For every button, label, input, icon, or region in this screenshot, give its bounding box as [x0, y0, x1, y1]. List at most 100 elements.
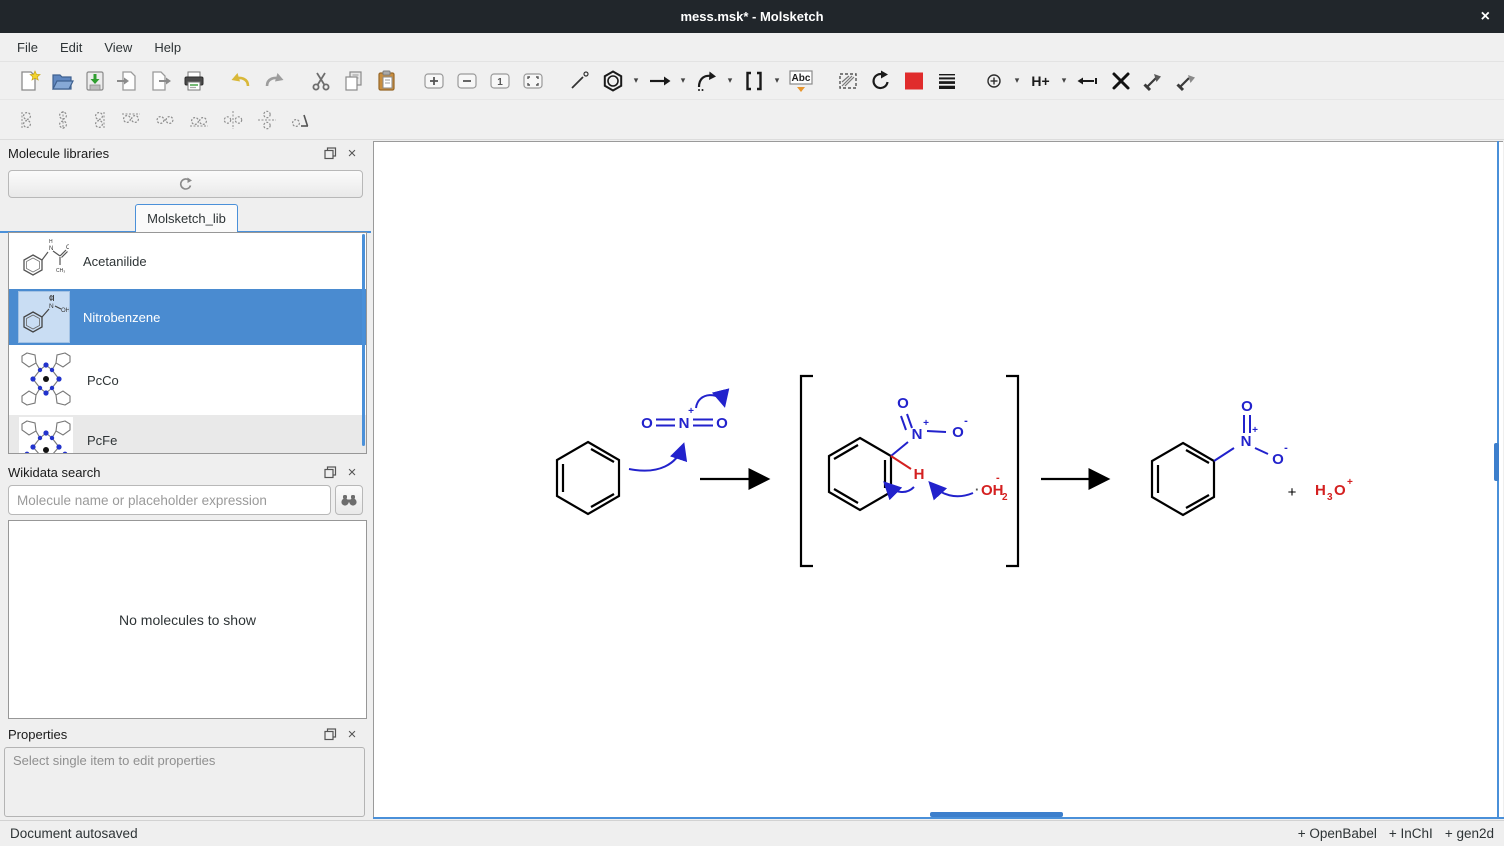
svg-text:N: N — [49, 303, 54, 310]
space-horizontally-button[interactable] — [148, 104, 182, 136]
ring-tool-dropdown[interactable]: ▾ — [629, 75, 643, 86]
refresh-library-button[interactable] — [8, 170, 363, 198]
wikidata-search-input[interactable] — [8, 485, 331, 515]
open-document-button[interactable] — [45, 66, 78, 96]
export-button[interactable] — [144, 66, 177, 96]
zoom-out-button[interactable] — [450, 66, 483, 96]
draw-bond-button[interactable] — [563, 66, 596, 96]
print-button[interactable] — [177, 66, 210, 96]
bracket-tool-dropdown[interactable]: ▾ — [770, 75, 784, 86]
copy-button[interactable] — [337, 66, 370, 96]
window-close-button[interactable]: × — [1481, 0, 1490, 33]
molecule-list-scrollbar[interactable] — [362, 234, 365, 446]
clean-up-angles-button[interactable] — [284, 104, 318, 136]
color-swatch-icon — [902, 69, 926, 93]
base-oh2[interactable]: · OH 2 - — [975, 472, 1008, 503]
list-item-acetanilide[interactable]: N H O CH₃ Acetanilide — [9, 233, 366, 289]
tab-molsketch-lib[interactable]: Molsketch_lib — [135, 204, 238, 232]
list-item-pcco[interactable]: PcCo — [9, 345, 366, 415]
rotate-tool-button[interactable] — [864, 66, 897, 96]
status-openbabel: + OpenBabel — [1298, 826, 1377, 841]
text-tool-button[interactable]: Abc — [784, 66, 817, 96]
atom-label-n: N — [912, 426, 923, 443]
delete-icon — [1109, 69, 1133, 93]
new-document-button[interactable] — [12, 66, 45, 96]
charge-plus: + — [923, 418, 929, 429]
product-ring[interactable] — [1152, 443, 1214, 515]
paste-button[interactable] — [370, 66, 403, 96]
close-panel-button[interactable]: × — [341, 145, 363, 162]
charge-plus: + — [688, 406, 694, 417]
undo-button[interactable] — [224, 66, 257, 96]
align-vertical-center-button[interactable] — [46, 104, 80, 136]
import-button[interactable] — [111, 66, 144, 96]
arenium-ring[interactable] — [829, 438, 891, 510]
list-item-nitrobenzene[interactable]: N O OH Nitrobenzene — [9, 289, 366, 345]
drawing-canvas[interactable]: O N + O — [373, 141, 1503, 818]
menu-file[interactable]: File — [6, 33, 49, 61]
align-bottom-button[interactable] — [182, 104, 216, 136]
canvas-hscrollbar-track[interactable] — [373, 817, 1504, 819]
wikidata-search-button[interactable] — [335, 485, 363, 515]
align-top-button[interactable] — [114, 104, 148, 136]
align-top-icon — [121, 110, 141, 130]
align-left-button[interactable] — [12, 104, 46, 136]
zoom-original-button[interactable]: 1 — [483, 66, 516, 96]
zoom-in-button[interactable] — [417, 66, 450, 96]
distribute-vertically-icon — [257, 110, 277, 130]
sp3-hydrogen[interactable]: H — [891, 456, 924, 483]
color-button[interactable] — [897, 66, 930, 96]
select-tool-button[interactable] — [831, 66, 864, 96]
status-gen2d: + gen2d — [1445, 826, 1494, 841]
float-panel-button[interactable] — [319, 147, 341, 160]
mechanism-arrow-pi-to-oxygen[interactable] — [696, 395, 724, 408]
hydronium-ion[interactable]: H 3 O + — [1315, 477, 1353, 503]
svg-text:Abc: Abc — [791, 73, 810, 84]
bracket-left[interactable] — [801, 376, 813, 566]
hydronium-o: O — [1334, 482, 1346, 499]
menu-help[interactable]: Help — [143, 33, 192, 61]
cut-button[interactable] — [304, 66, 337, 96]
distribute-vertically-button[interactable] — [250, 104, 284, 136]
add-hydrogens-button[interactable] — [1137, 66, 1170, 96]
zoom-fit-button[interactable] — [516, 66, 549, 96]
hydrogen-tool-button[interactable]: H+ — [1024, 66, 1057, 96]
mechanism-arrow-ring-to-nitronium[interactable] — [629, 446, 683, 471]
canvas-vscrollbar-thumb[interactable] — [1494, 443, 1499, 481]
benzene-ring[interactable] — [557, 442, 619, 514]
float-panel-button[interactable] — [319, 728, 341, 741]
status-plugins: + OpenBabel + InChI + gen2d — [1298, 826, 1494, 841]
menu-edit[interactable]: Edit — [49, 33, 93, 61]
window-title: mess.msk* - Molsketch — [680, 9, 823, 24]
redo-button[interactable] — [257, 66, 290, 96]
close-panel-button[interactable]: × — [341, 726, 363, 743]
curved-arrow-button[interactable] — [690, 66, 723, 96]
delete-tool-button[interactable] — [1104, 66, 1137, 96]
curved-arrow-dropdown[interactable]: ▾ — [723, 75, 737, 86]
list-item-pcfe[interactable]: PcFe — [9, 415, 366, 454]
line-width-button[interactable] — [930, 66, 963, 96]
align-right-button[interactable] — [80, 104, 114, 136]
close-panel-button[interactable]: × — [341, 464, 363, 481]
reaction-arrow-dropdown[interactable]: ▾ — [676, 75, 690, 86]
nitro-group-intermediate[interactable]: N + O O - — [891, 395, 968, 456]
menu-view[interactable]: View — [93, 33, 143, 61]
mechanism-arrow-base-to-h[interactable] — [931, 484, 973, 496]
save-document-button[interactable] — [78, 66, 111, 96]
lone-pair-tool-button[interactable] — [1071, 66, 1104, 96]
distribute-horizontally-button[interactable] — [216, 104, 250, 136]
remove-hydrogens-button[interactable] — [1170, 66, 1203, 96]
bracket-tool-button[interactable] — [737, 66, 770, 96]
add-hydrogens-icon — [1142, 69, 1166, 93]
hydrogen-tool-dropdown[interactable]: ▾ — [1057, 75, 1071, 86]
menu-bar: File Edit View Help — [0, 33, 1504, 62]
bracket-right[interactable] — [1006, 376, 1018, 566]
nitro-group-product[interactable]: N + O O - — [1214, 398, 1288, 468]
charge-tool-button[interactable] — [977, 66, 1010, 96]
float-panel-button[interactable] — [319, 466, 341, 479]
nitronium-ion[interactable]: O N + O — [641, 406, 728, 432]
reaction-arrow-button[interactable] — [643, 66, 676, 96]
charge-tool-dropdown[interactable]: ▾ — [1010, 75, 1024, 86]
ring-tool-button[interactable] — [596, 66, 629, 96]
canvas-hscrollbar-thumb[interactable] — [930, 812, 1063, 817]
